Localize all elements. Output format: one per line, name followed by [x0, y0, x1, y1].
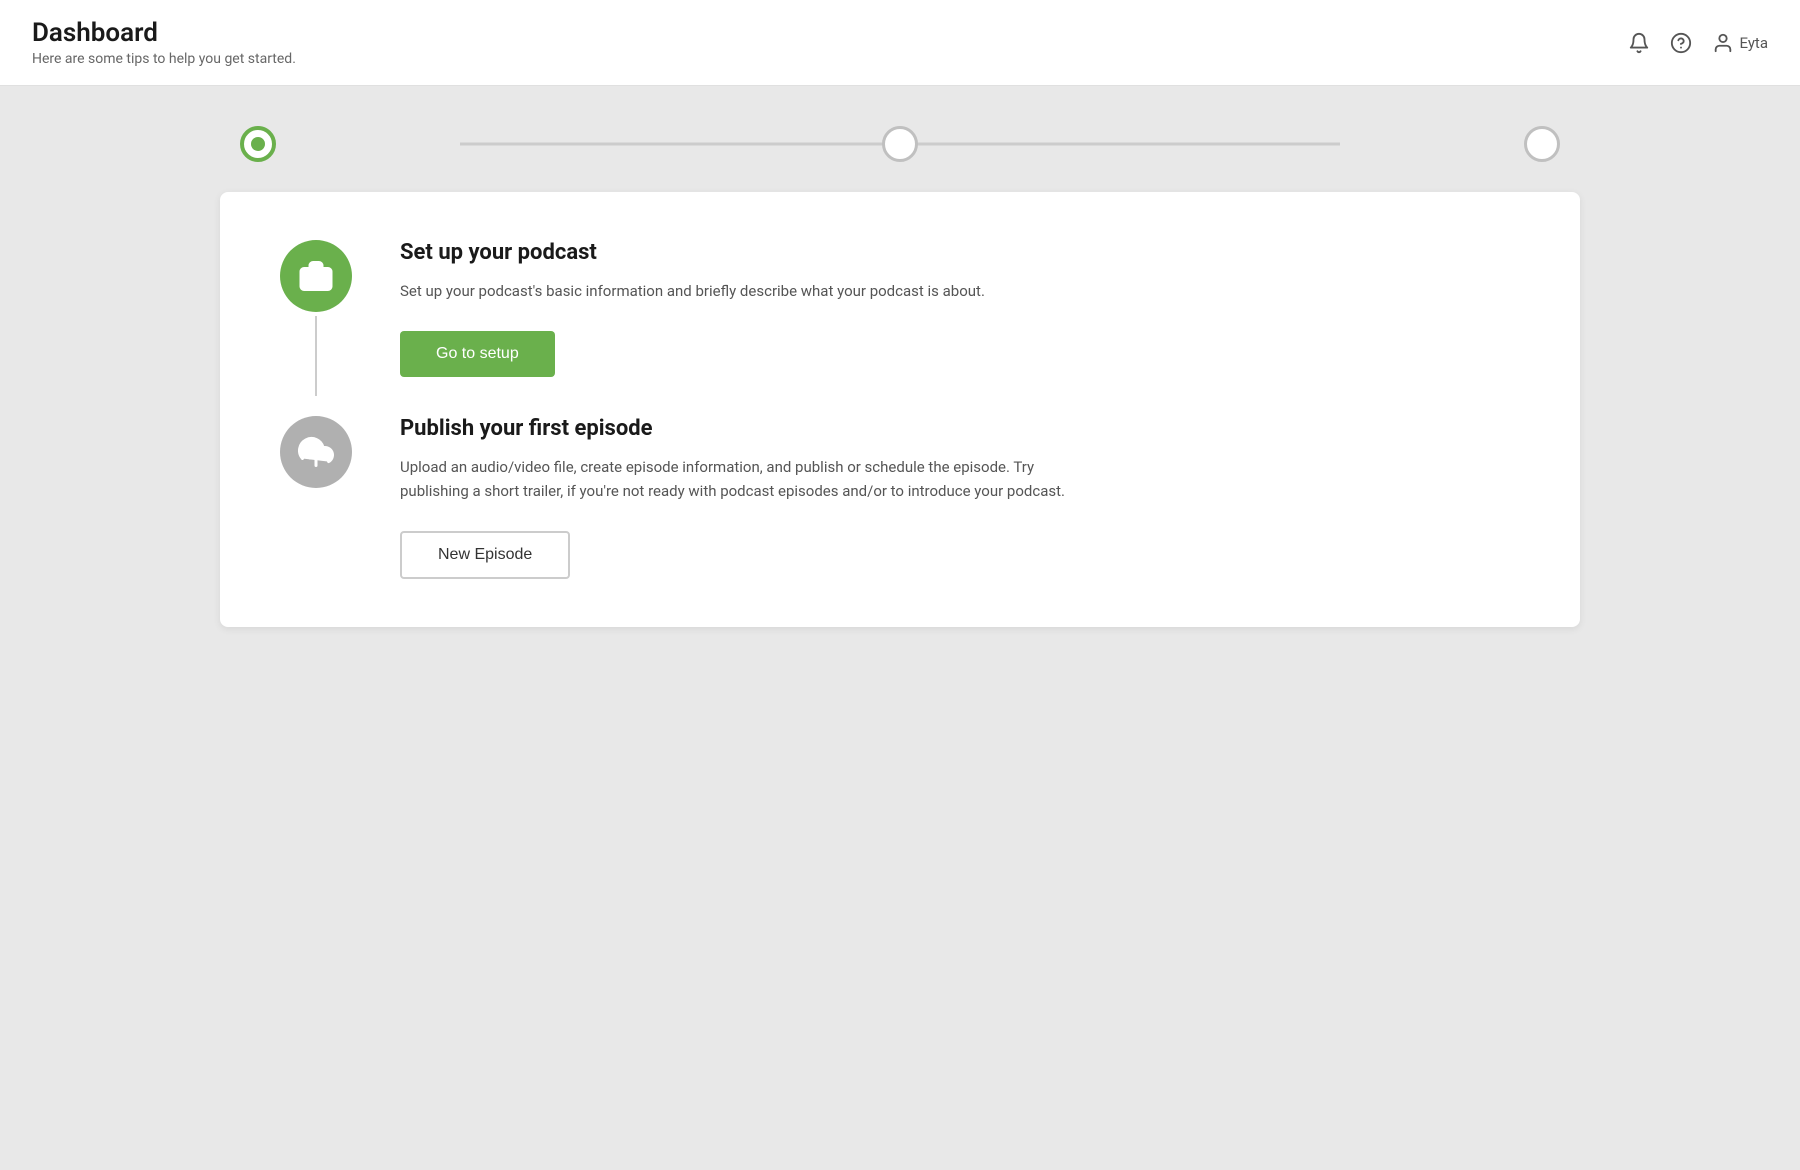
step-1-description: Set up your podcast's basic information … [400, 279, 1080, 303]
progress-steps [240, 126, 1560, 162]
notification-icon[interactable] [1628, 32, 1650, 54]
user-name: Eyta [1740, 34, 1769, 52]
step-2-title: Publish your first episode [400, 416, 1520, 441]
step-1-title: Set up your podcast [400, 240, 1520, 265]
page-title: Dashboard [32, 18, 296, 48]
go-to-setup-button[interactable]: Go to setup [400, 331, 555, 377]
step-2-icon [280, 416, 352, 488]
main-content: Set up your podcast Set up your podcast'… [0, 86, 1800, 667]
user-menu[interactable]: Eyta [1712, 32, 1769, 54]
page-subtitle: Here are some tips to help you get start… [32, 51, 296, 67]
step-row-1: Set up your podcast Set up your podcast'… [280, 240, 1520, 396]
step-2-description: Upload an audio/video file, create episo… [400, 455, 1080, 503]
new-episode-button[interactable]: New Episode [400, 531, 570, 579]
progress-step-1[interactable] [240, 126, 276, 162]
header-right: Eyta [1628, 32, 1769, 54]
steps-card: Set up your podcast Set up your podcast'… [220, 192, 1580, 627]
step-2-content: Publish your first episode Upload an aud… [400, 416, 1520, 579]
step-1-content: Set up your podcast Set up your podcast'… [400, 240, 1520, 396]
header-left: Dashboard Here are some tips to help you… [32, 18, 296, 67]
step-connector-1 [315, 316, 317, 396]
user-icon [1712, 32, 1734, 54]
step-icon-col-2 [280, 416, 352, 579]
step-divider [280, 396, 1520, 416]
progress-step-2[interactable] [882, 126, 918, 162]
progress-bar [220, 126, 1580, 162]
step-1-icon [280, 240, 352, 312]
progress-step-3[interactable] [1524, 126, 1560, 162]
header: Dashboard Here are some tips to help you… [0, 0, 1800, 86]
step-row-2: Publish your first episode Upload an aud… [280, 416, 1520, 579]
help-icon[interactable] [1670, 32, 1692, 54]
step-icon-col-1 [280, 240, 352, 396]
